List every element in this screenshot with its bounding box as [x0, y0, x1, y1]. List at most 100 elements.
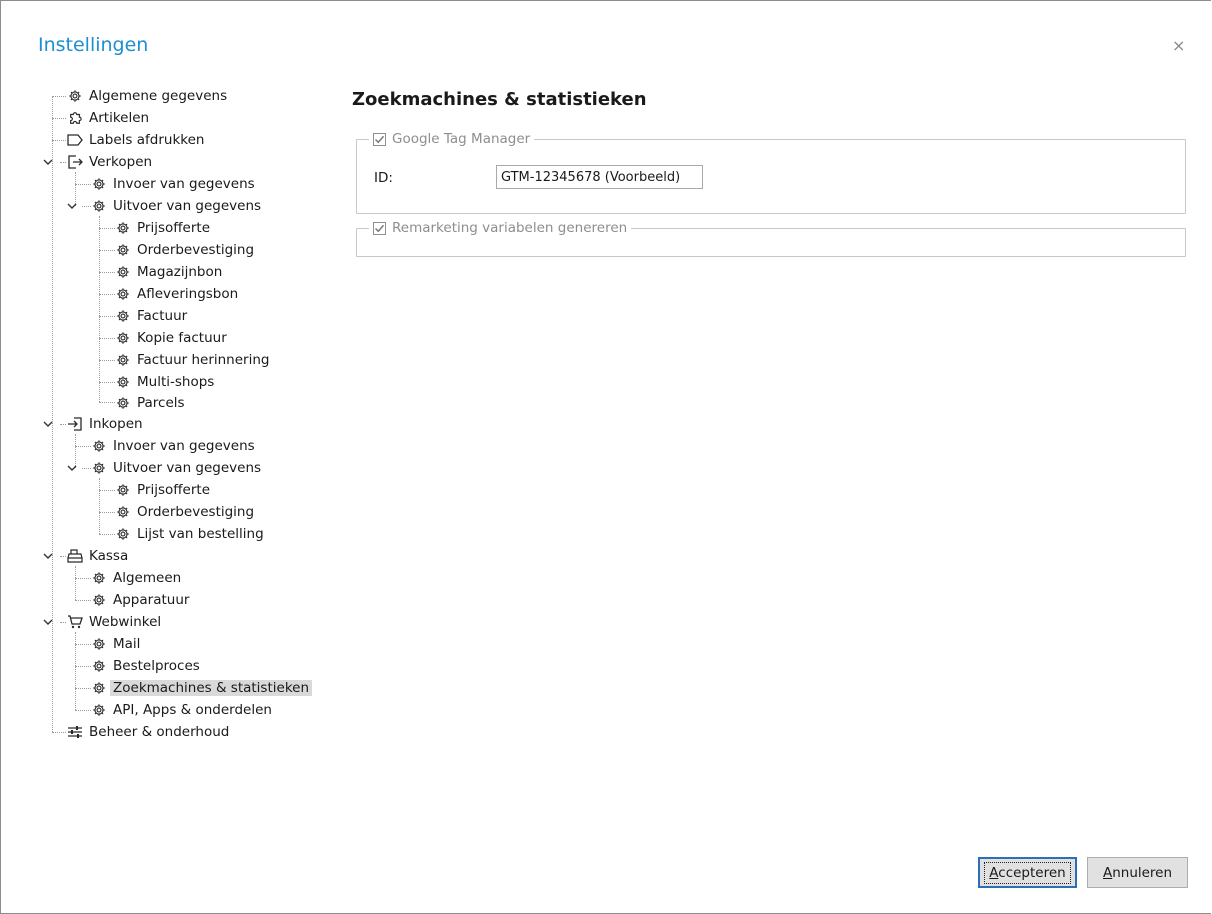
- cash-register-icon: [67, 548, 83, 564]
- tree-line: [99, 216, 100, 402]
- tree-item-api-apps[interactable]: API, Apps & onderdelen: [91, 700, 272, 720]
- chevron-down-icon[interactable]: [43, 617, 53, 627]
- tree-item-mail[interactable]: Mail: [91, 634, 140, 654]
- tree-line: [60, 424, 66, 425]
- tree-line: [60, 622, 66, 623]
- tree-item-orderbevestiging[interactable]: Orderbevestiging: [115, 240, 254, 260]
- gtm-checkbox[interactable]: [373, 132, 386, 146]
- check-icon: [374, 224, 385, 232]
- tree-item-algemeen[interactable]: Algemeen: [91, 568, 181, 588]
- tree-item-label: Algemeen: [113, 570, 182, 586]
- tree-item-labels-afdrukken[interactable]: Labels afdrukken: [67, 130, 204, 150]
- accept-post: ccepteren: [998, 864, 1066, 881]
- gear-icon: [115, 395, 131, 411]
- tree-item-label: Parcels: [137, 395, 185, 411]
- tree-item-label: Magazijnbon: [137, 264, 223, 280]
- tree-item-magazijnbon[interactable]: Magazijnbon: [115, 262, 222, 282]
- chevron-down-icon[interactable]: [43, 551, 53, 561]
- tree-item-verkopen-uitvoer[interactable]: Uitvoer van gegevens: [91, 196, 261, 216]
- tree-item-apparatuur[interactable]: Apparatuur: [91, 590, 189, 610]
- cancel-button[interactable]: Annuleren: [1087, 857, 1188, 888]
- tree-item-inkopen-uitvoer[interactable]: Uitvoer van gegevens: [91, 458, 261, 478]
- tree-item-prijsofferte[interactable]: Prijsofferte: [115, 480, 210, 500]
- tree-item-label: Afleveringsbon: [137, 286, 239, 302]
- tree-item-lijst-van-bestelling[interactable]: Lijst van bestelling: [115, 524, 264, 544]
- tree-item-label: Lijst van bestelling: [137, 526, 264, 542]
- tree-item-label: Kassa: [89, 548, 129, 564]
- tree-item-orderbevestiging[interactable]: Orderbevestiging: [115, 502, 254, 522]
- chevron-down-icon[interactable]: [43, 419, 53, 429]
- tree-item-label: Verkopen: [89, 154, 153, 170]
- tree-item-verkopen[interactable]: Verkopen: [67, 152, 152, 172]
- tree-line: [99, 250, 115, 251]
- tree-item-label: Factuur: [137, 308, 188, 324]
- gear-icon: [91, 570, 107, 586]
- tree-item-zoekmachines-selected[interactable]: Zoekmachines & statistieken: [91, 678, 313, 698]
- gear-icon: [115, 264, 131, 280]
- gear-icon: [115, 504, 131, 520]
- gear-icon: [67, 88, 83, 104]
- tree-line: [75, 688, 91, 689]
- tree-item-label: Algemene gegevens: [89, 88, 228, 104]
- tree-item-label: Multi-shops: [137, 374, 215, 390]
- gtm-legend[interactable]: Google Tag Manager: [369, 130, 535, 148]
- tree-item-factuur[interactable]: Factuur: [115, 306, 187, 326]
- tree-item-label: Beheer & onderhoud: [89, 724, 230, 740]
- tree-item-label: Inkopen: [89, 416, 143, 432]
- chevron-down-icon[interactable]: [67, 463, 77, 473]
- tree-line: [52, 732, 66, 733]
- tree-item-inkopen[interactable]: Inkopen: [67, 414, 143, 434]
- tree-line: [75, 566, 76, 600]
- accept-button[interactable]: Accepteren: [978, 857, 1077, 888]
- chevron-down-icon[interactable]: [67, 201, 77, 211]
- gear-icon: [91, 176, 107, 192]
- remarketing-label: Remarketing variabelen genereren: [392, 220, 628, 236]
- remarketing-legend[interactable]: Remarketing variabelen genereren: [369, 219, 632, 237]
- gear-icon: [115, 374, 131, 390]
- tree-item-label: Invoer van gegevens: [113, 176, 255, 192]
- close-icon[interactable]: ×: [1172, 36, 1185, 55]
- tree-line: [75, 184, 91, 185]
- tree-item-prijsofferte[interactable]: Prijsofferte: [115, 218, 210, 238]
- cancel-accesskey: A: [1102, 864, 1113, 881]
- gear-icon: [91, 198, 107, 214]
- remarketing-checkbox[interactable]: [373, 221, 386, 235]
- tree-item-webwinkel[interactable]: Webwinkel: [67, 612, 161, 632]
- tree-item-label: Invoer van gegevens: [113, 438, 255, 454]
- tree-item-label: Artikelen: [89, 110, 150, 126]
- sales-export-icon: [67, 154, 83, 170]
- tree-item-label: Prijsofferte: [137, 482, 211, 498]
- gear-icon: [115, 220, 131, 236]
- cart-icon: [67, 614, 83, 630]
- tree-line: [52, 140, 66, 141]
- tree-line: [99, 316, 115, 317]
- gear-icon: [115, 526, 131, 542]
- accept-accesskey: A: [989, 864, 999, 881]
- tree-item-multi-shops[interactable]: Multi-shops: [115, 372, 214, 392]
- puzzle-icon: [67, 110, 83, 126]
- tree-item-label: Labels afdrukken: [89, 132, 205, 148]
- tree-item-inkopen-invoer[interactable]: Invoer van gegevens: [91, 436, 255, 456]
- tree-line: [99, 490, 115, 491]
- tree-item-algemene-gegevens[interactable]: Algemene gegevens: [67, 86, 227, 106]
- tree-line: [75, 446, 91, 447]
- gear-icon: [115, 330, 131, 346]
- tree-item-afleveringsbon[interactable]: Afleveringsbon: [115, 284, 238, 304]
- tree-line: [60, 556, 66, 557]
- tree-item-parcels[interactable]: Parcels: [115, 393, 185, 413]
- tree-item-beheer[interactable]: Beheer & onderhoud: [67, 722, 229, 742]
- tree-item-label: Orderbevestiging: [137, 504, 255, 520]
- tree-item-label: Kopie factuur: [137, 330, 227, 346]
- dialog-title: Instellingen: [38, 34, 149, 56]
- chevron-down-icon[interactable]: [43, 157, 53, 167]
- tree-item-label: Zoekmachines & statistieken: [110, 680, 313, 696]
- tree-item-bestelproces[interactable]: Bestelproces: [91, 656, 200, 676]
- tree-line: [52, 118, 66, 119]
- tree-item-factuur-herinnering[interactable]: Factuur herinnering: [115, 350, 269, 370]
- tree-item-artikelen[interactable]: Artikelen: [67, 108, 149, 128]
- tree-item-verkopen-invoer[interactable]: Invoer van gegevens: [91, 174, 255, 194]
- gtm-id-input[interactable]: [496, 165, 703, 189]
- tree-item-kopie-factuur[interactable]: Kopie factuur: [115, 328, 227, 348]
- tree-line: [60, 162, 66, 163]
- tree-item-kassa[interactable]: Kassa: [67, 546, 128, 566]
